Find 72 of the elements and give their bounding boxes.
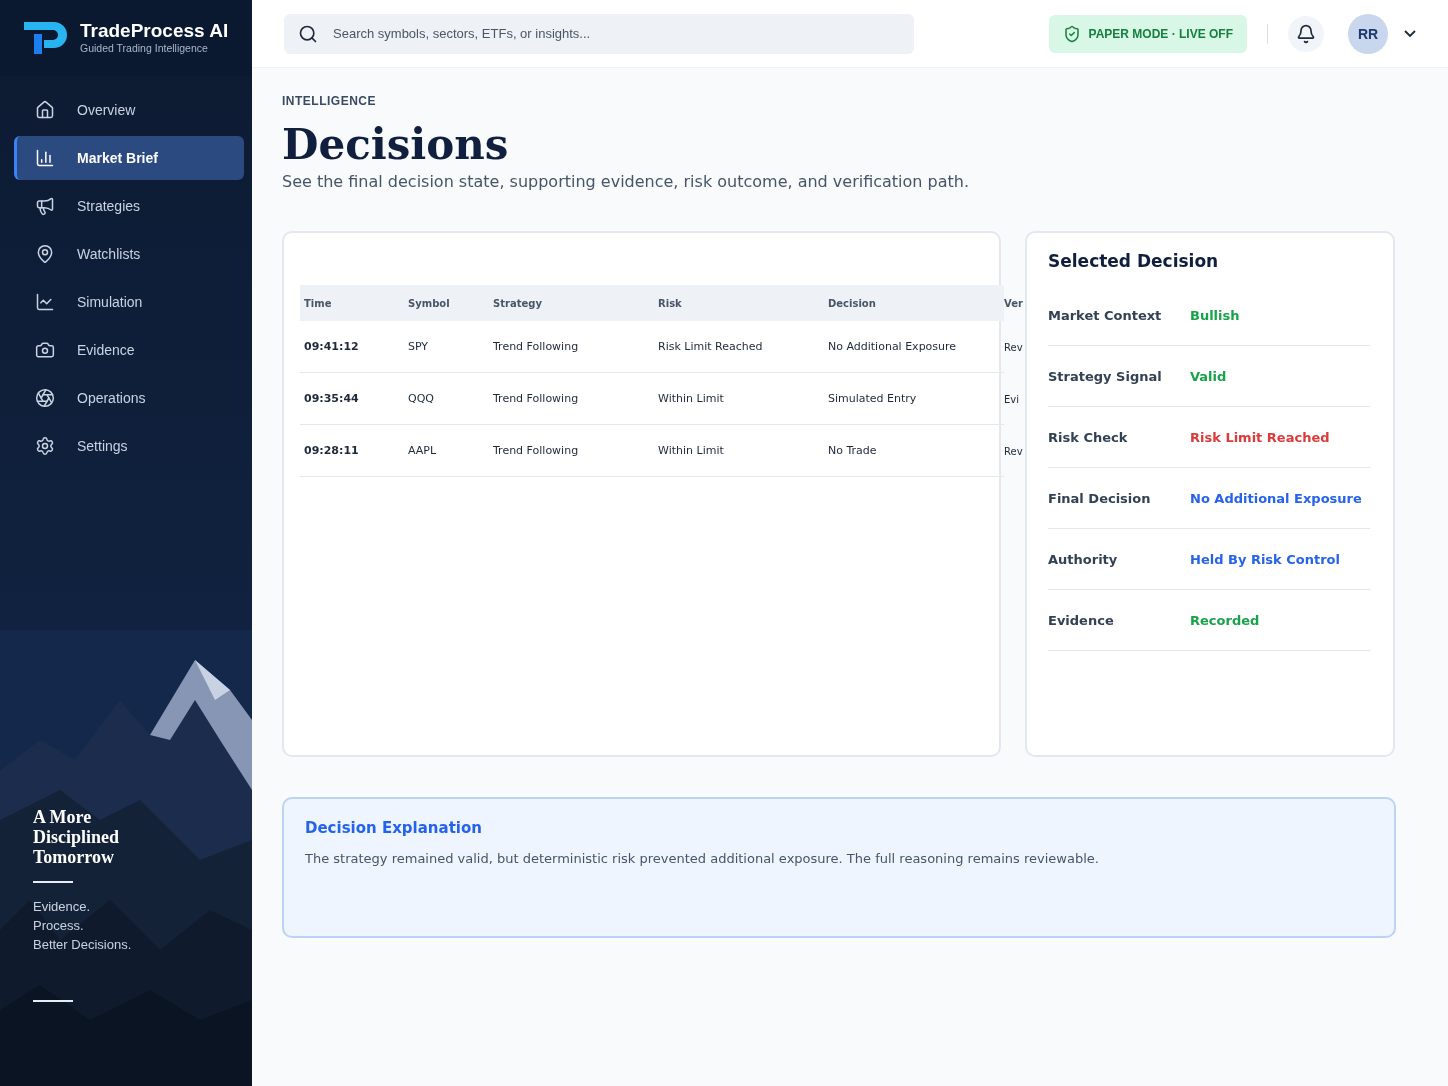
field-value: Valid xyxy=(1190,368,1227,384)
notifications-button[interactable] xyxy=(1288,15,1324,52)
line-chart-icon xyxy=(35,292,55,312)
nav-item[interactable]: Operations xyxy=(14,376,244,420)
column-header: Risk xyxy=(654,285,824,321)
field-label: Risk Check xyxy=(1048,429,1129,445)
map-pin-icon xyxy=(35,244,55,264)
field-label: Final Decision xyxy=(1048,490,1152,506)
nav-item[interactable]: Settings xyxy=(14,424,244,468)
promo-line: Better Decisions. xyxy=(33,936,133,954)
table-cell: Trend Following xyxy=(489,373,654,425)
field-value: Bullish xyxy=(1190,307,1240,323)
brand-name: TradeProcess AI xyxy=(80,20,229,42)
column-header: Time xyxy=(300,285,404,321)
nav-item[interactable]: Overview xyxy=(14,88,244,132)
table-cell: 09:28:11 xyxy=(300,425,404,477)
table-cell: Within Limit xyxy=(654,425,824,477)
home-icon xyxy=(35,100,55,120)
panel-title: Decision Explanation xyxy=(305,819,483,837)
search-field[interactable]: Search symbols, sectors, ETFs, or insights... xyxy=(284,13,914,54)
table-cell: 09:35:44 xyxy=(300,373,404,425)
nav-item[interactable]: Market Brief xyxy=(14,136,244,180)
page-subtitle: See the final decision state, supporting evidence, risk outcome, and verification path. xyxy=(282,172,971,191)
table-cell: No Trade xyxy=(824,425,1004,477)
nav-item[interactable]: Watchlists xyxy=(14,232,244,276)
camera-icon xyxy=(35,340,55,360)
field-value: Held By Risk Control xyxy=(1190,551,1340,567)
mode-badge: PAPER MODE · LIVE OFF xyxy=(1048,14,1247,53)
table-cell: SPY xyxy=(404,321,489,373)
table-cell: AAPL xyxy=(404,425,489,477)
field-value: Risk Limit Reached xyxy=(1190,429,1330,445)
chevron-down-icon xyxy=(1404,29,1416,38)
table-cell-text: Rev xyxy=(1004,444,1024,459)
search-icon xyxy=(298,23,318,44)
table-cell: Trend Following xyxy=(489,321,654,373)
column-header: Symbol xyxy=(404,285,489,321)
aperture-icon xyxy=(35,388,55,408)
table-cell: Trend Following xyxy=(489,425,654,477)
table-cell: Simulated Entry xyxy=(824,373,1004,425)
bell-icon xyxy=(1296,23,1316,44)
settings-icon xyxy=(35,436,55,456)
promo-line: Process. xyxy=(33,917,85,935)
column-header: Strategy xyxy=(489,285,654,321)
page-title: Decisions xyxy=(282,120,510,170)
nav-item[interactable]: Strategies xyxy=(14,184,244,228)
field-value: No Additional Exposure xyxy=(1190,490,1362,506)
eyebrow: INTELLIGENCE xyxy=(282,94,377,108)
table-cell: Within Limit xyxy=(654,373,824,425)
field-label: Authority xyxy=(1048,551,1119,567)
promo-line: Evidence. xyxy=(33,898,92,916)
brand-tagline: Guided Trading Intelligence xyxy=(80,42,209,54)
table-cell-text: Evi xyxy=(1004,392,1020,407)
column-header: Decision xyxy=(824,285,1004,321)
field-label: Market Context xyxy=(1048,307,1163,323)
table-cell: QQQ xyxy=(404,373,489,425)
nav-item[interactable]: Simulation xyxy=(14,280,244,324)
promo-heading: A More Disciplined Tomorrow xyxy=(33,807,121,867)
megaphone-icon xyxy=(35,196,55,216)
avatar[interactable]: RR xyxy=(1348,13,1388,54)
shield-check-icon xyxy=(1062,24,1081,43)
field-label: Evidence xyxy=(1048,612,1115,628)
table-cell: Risk Limit Reached xyxy=(654,321,824,373)
field-value: Recorded xyxy=(1190,612,1260,628)
table-cell-text: Rev xyxy=(1004,340,1024,355)
explanation-text: The strategy remained valid, but deterministic risk prevented additional exposure. The full reasoning remains reviewable. xyxy=(305,851,1100,866)
field-label: Strategy Signal xyxy=(1048,368,1163,384)
table-cell: No Additional Exposure xyxy=(824,321,1004,373)
nav-item[interactable]: Evidence xyxy=(14,328,244,372)
bar-chart-icon xyxy=(35,148,55,168)
card-title: Selected Decision xyxy=(1048,251,1220,271)
column-header: Ver xyxy=(1004,296,1024,311)
table-cell: 09:41:12 xyxy=(300,321,404,373)
